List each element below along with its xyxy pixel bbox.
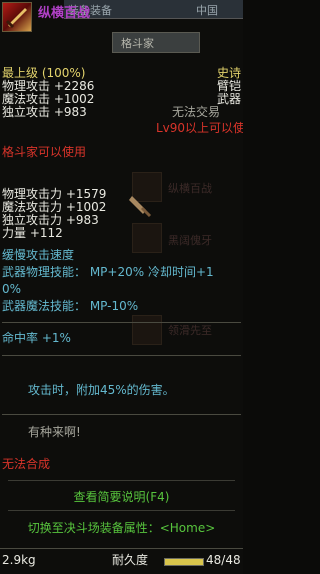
stat-label: 力量	[2, 226, 27, 240]
divider	[8, 510, 235, 511]
base-stat-row: 独立攻击 +983	[2, 106, 87, 119]
stat-value: +2286	[53, 79, 95, 93]
item-type: 武器	[217, 92, 242, 106]
background-item-icon	[132, 315, 162, 345]
item-tooltip: 装备装备 中国 格斗家 纵横百战 黑阔傀牙 领滑先至 纵横百战 最上级 (100…	[0, 0, 243, 574]
stat-value: +983	[53, 105, 87, 119]
synthesis-status: 无法合成	[2, 457, 51, 471]
background-item-name: 纵横百战	[168, 182, 212, 195]
background-item-name: 黑阔傀牙	[168, 234, 212, 247]
attack-speed-line: 缓慢攻击速度	[2, 248, 75, 262]
tooltip-footer: 2.9kg 耐久度 48/48	[0, 548, 243, 574]
stat-label: 物理攻击力	[2, 187, 63, 201]
stat-label: 魔法攻击力	[2, 200, 63, 214]
item-class-requirement: 格斗家可以使用	[2, 145, 87, 159]
background-item-name: 领滑先至	[168, 324, 212, 337]
background-tab[interactable]: 中国	[196, 2, 218, 18]
weapon-preview-icon	[124, 190, 152, 218]
background-subtab[interactable]: 格斗家	[112, 32, 200, 53]
stat-value: +112	[29, 226, 63, 240]
stat-value: +1002	[53, 92, 95, 106]
background-subtab-label: 格斗家	[121, 37, 154, 50]
divider	[8, 480, 235, 481]
weapon-magic-skill-line: 武器魔法技能： MP-10%	[2, 299, 139, 313]
background-tab-bar: 装备装备 中国	[64, 0, 243, 19]
divider	[2, 355, 241, 356]
weapon-physical-skill-line: 武器物理技能： MP+20% 冷却时间+1	[2, 266, 214, 279]
item-trade-status: 无法交易	[172, 105, 221, 119]
switch-arena-stats-button[interactable]: 切换至决斗场装备属性：<Home>	[0, 519, 243, 536]
background-item-icon	[132, 223, 162, 253]
item-weight: 2.9kg	[2, 553, 36, 567]
weapon-physical-skill-cont: 0%	[2, 282, 22, 296]
stat-value: +983	[65, 213, 99, 227]
stat-label: 独立攻击	[2, 105, 51, 119]
item-flavor-text: 有种来啊!	[28, 425, 81, 439]
divider	[2, 322, 241, 323]
item-level-requirement: Lv90以上可以使用	[156, 121, 243, 135]
durability-bar-fill	[165, 559, 203, 565]
item-name: 纵横百战	[38, 6, 91, 21]
stat-value: +1579	[65, 187, 107, 201]
stat-label: 独立攻击力	[2, 213, 63, 227]
item-effect-line: 攻击时，附加45%的伤害。	[28, 383, 175, 397]
durability-value: 48/48	[206, 553, 241, 567]
durability-label: 耐久度	[112, 553, 149, 567]
view-brief-button[interactable]: 查看简要说明(F4)	[0, 488, 243, 505]
hit-rate-line: 命中率 +1%	[2, 331, 71, 345]
bonus-stat-row: 力量 +112	[2, 227, 63, 240]
stat-label: 魔法攻击	[2, 92, 51, 106]
stat-label: 物理攻击	[2, 79, 51, 93]
weapon-item-icon	[2, 2, 32, 32]
stat-value: +1002	[65, 200, 107, 214]
durability-bar	[164, 558, 204, 566]
divider	[2, 414, 241, 415]
